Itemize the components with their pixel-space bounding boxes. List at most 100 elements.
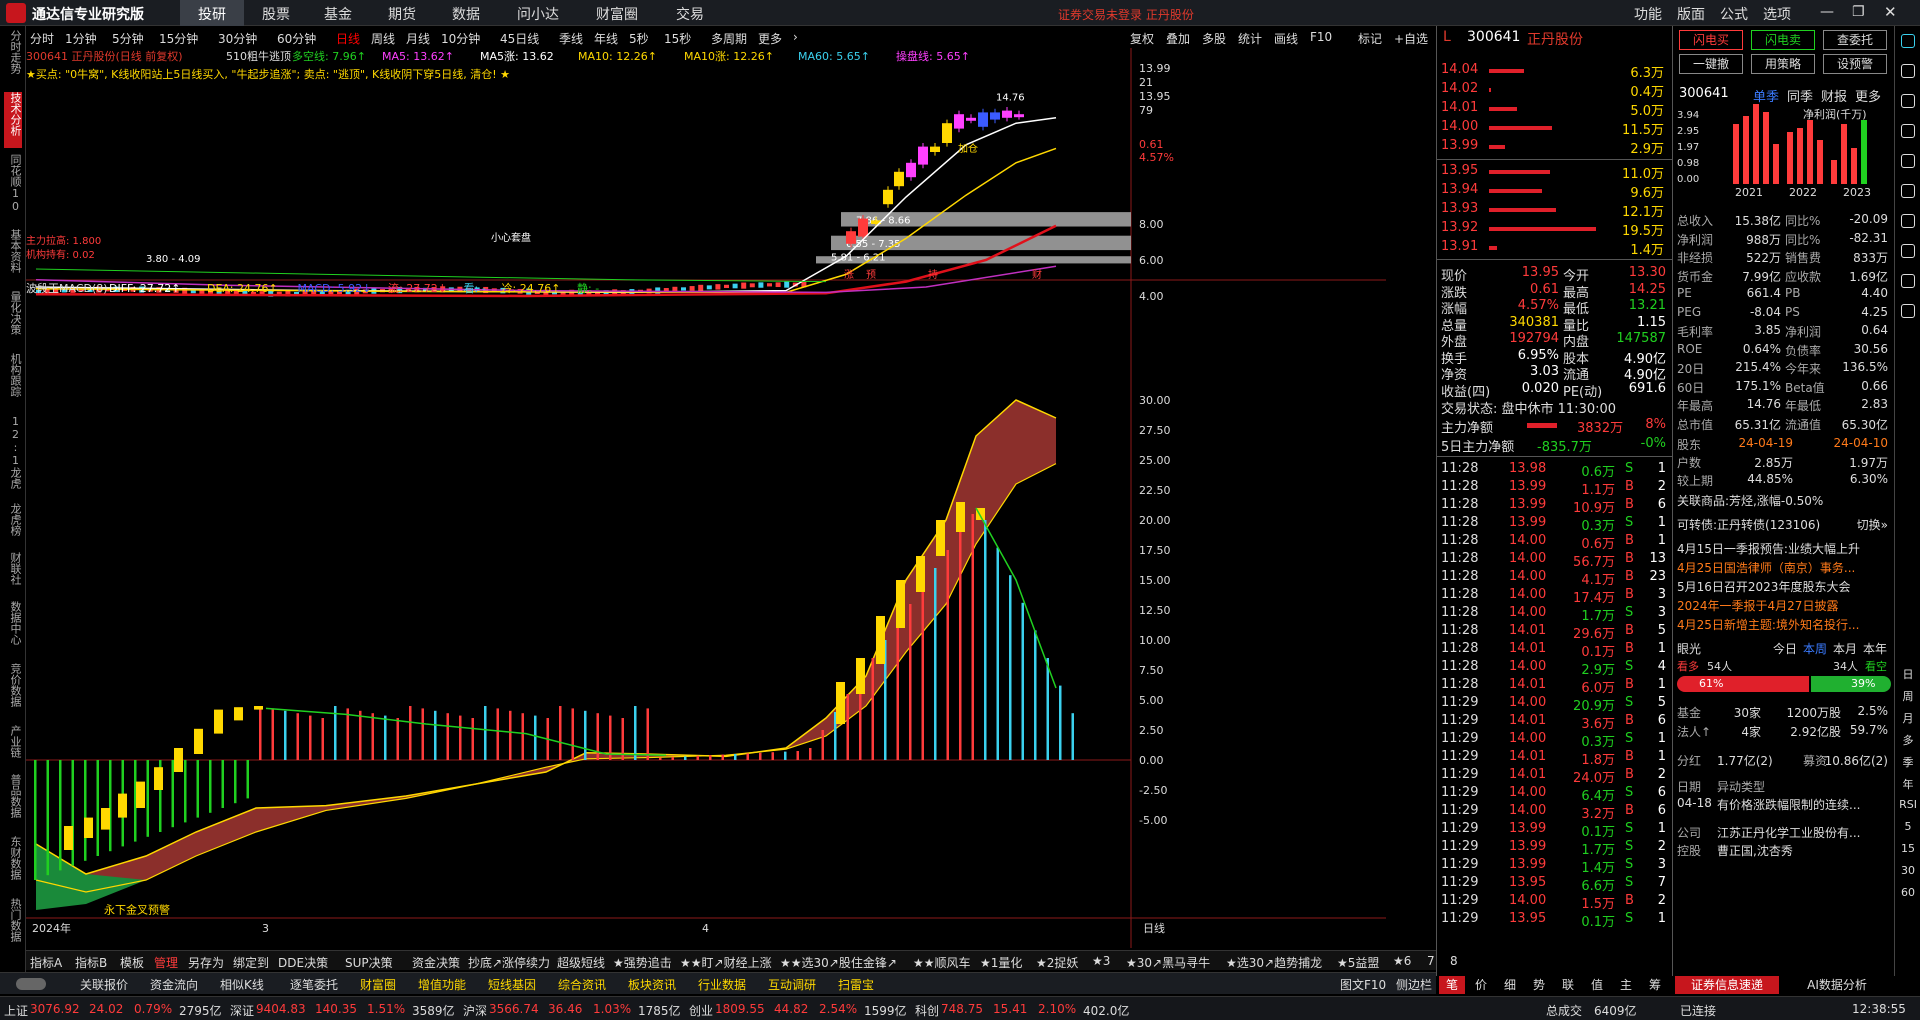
bond-text[interactable]: 可转债:正丹转债(123106) xyxy=(1677,516,1820,533)
tool-icon-7[interactable] xyxy=(1901,244,1915,258)
func-button-3[interactable]: 逐笔委托 xyxy=(290,976,338,993)
indicator-tab-6[interactable]: DDE决策 xyxy=(278,954,328,971)
menu-futures[interactable]: 期货 xyxy=(388,4,416,24)
menu-trade[interactable]: 交易 xyxy=(676,4,704,24)
period-side-10[interactable]: 60 xyxy=(1897,886,1919,899)
period-tab-2[interactable]: 5分钟 xyxy=(112,30,144,47)
tool-icon-0[interactable] xyxy=(1901,34,1915,48)
toolbar-action-4[interactable]: 画线 xyxy=(1274,30,1298,47)
toolbar-action-5[interactable]: F10 xyxy=(1310,30,1332,44)
period-tab-12[interactable]: 年线 xyxy=(594,30,618,47)
indicator-tab-16[interactable]: ★2捉妖 xyxy=(1036,954,1078,971)
f10-button-5[interactable]: 设预警 xyxy=(1823,54,1887,74)
tool-icon-5[interactable] xyxy=(1901,184,1915,198)
menu-touyan[interactable]: 投研 xyxy=(198,4,226,24)
news-item[interactable]: 4月15日一季报预告:业绩大幅上升 xyxy=(1677,540,1860,557)
sidebar-item-5[interactable]: 机构跟踪 xyxy=(4,353,22,409)
func-button-0[interactable]: 关联报价 xyxy=(80,976,128,993)
news-flash-button[interactable]: 证券信息速递 xyxy=(1675,976,1779,994)
more-arrow-icon[interactable]: › xyxy=(793,30,798,44)
sidebar-item-11[interactable]: 产业链 xyxy=(4,725,22,768)
period-tab-3[interactable]: 15分钟 xyxy=(159,30,198,47)
view-tab-1[interactable]: 本周 xyxy=(1803,640,1827,657)
menu-ask[interactable]: 问小达 xyxy=(517,4,559,24)
func-button-10[interactable]: 互动调研 xyxy=(768,976,816,993)
f10-tab-2[interactable]: 财报 xyxy=(1821,86,1847,105)
sidebar-item-2[interactable]: 同花顺10 xyxy=(4,154,22,223)
news-item[interactable]: 4月25日新增主题:境外知名投行... xyxy=(1677,616,1859,633)
func-button-11[interactable]: 扫雷宝 xyxy=(838,976,874,993)
period-side-8[interactable]: 15 xyxy=(1897,842,1919,855)
tick-tab-1[interactable]: 价 xyxy=(1468,976,1494,994)
period-side-7[interactable]: 5 xyxy=(1897,820,1919,833)
period-side-0[interactable]: 日 xyxy=(1897,666,1919,682)
period-tab-1[interactable]: 1分钟 xyxy=(65,30,97,47)
indicator-tab-13[interactable]: ★★选30↗股住金锋↗ xyxy=(780,954,897,971)
event-marker-1[interactable]: 预 xyxy=(866,269,876,281)
indicator-tab-7[interactable]: SUP决策 xyxy=(345,954,393,971)
f10-tab-3[interactable]: 更多 xyxy=(1855,86,1881,105)
toolbar-action-2[interactable]: 多股 xyxy=(1202,30,1226,47)
sidebar-item-8[interactable]: 财联社 xyxy=(4,552,22,595)
indicator-tab-9[interactable]: 抄底↗涨停续力 xyxy=(468,954,550,971)
period-side-6[interactable]: RSI xyxy=(1897,798,1919,811)
index-name[interactable]: 沪深 xyxy=(463,1002,487,1019)
menu-function[interactable]: 功能 xyxy=(1634,4,1662,24)
view-tab-2[interactable]: 本月 xyxy=(1833,640,1857,657)
menu-stocks[interactable]: 股票 xyxy=(262,4,290,24)
indicator-tab-17[interactable]: ★3 xyxy=(1092,954,1110,968)
close-icon[interactable]: ✕ xyxy=(1884,3,1897,21)
period-tab-16[interactable]: 更多 xyxy=(758,30,782,47)
menu-funds[interactable]: 基金 xyxy=(324,4,352,24)
minimize-icon[interactable]: — xyxy=(1820,4,1834,20)
index-name[interactable]: 创业 xyxy=(689,1002,713,1019)
f10-graphic-button[interactable]: 图文F10 xyxy=(1340,976,1386,993)
f10-button-3[interactable]: 一键撤 xyxy=(1679,54,1743,74)
period-side-1[interactable]: 周 xyxy=(1897,688,1919,704)
sidebar-item-12[interactable]: 普品数据 xyxy=(4,774,22,830)
bond-switch[interactable]: 切换» xyxy=(1857,516,1888,533)
indicator-tab-8[interactable]: 资金决策 xyxy=(412,954,460,971)
sidebar-item-6[interactable]: 12:1龙虎 xyxy=(4,415,22,497)
toolbar-action-0[interactable]: 复权 xyxy=(1130,30,1154,47)
func-button-6[interactable]: 短线基因 xyxy=(488,976,536,993)
indicator-tab-5[interactable]: 绑定到 xyxy=(233,954,269,971)
event-marker-0[interactable]: 涨 xyxy=(844,269,854,281)
period-side-2[interactable]: 月 xyxy=(1897,710,1919,726)
index-name[interactable]: 科创 xyxy=(915,1002,939,1019)
sidebar-item-0[interactable]: 分时走势 xyxy=(4,30,22,86)
sidebar-toggle-button[interactable]: 侧边栏 xyxy=(1396,976,1432,993)
tick-tab-3[interactable]: 势 xyxy=(1526,976,1552,994)
ai-analysis-button[interactable]: AI数据分析 xyxy=(1785,976,1889,994)
index-name[interactable]: 深证 xyxy=(230,1002,254,1019)
chart-area[interactable]: 300641 正丹股份(日线 前复权) 510粗牛逃顶 多空线: 7.96↑ MA5:… xyxy=(26,48,1386,948)
login-notice[interactable]: 证券交易未登录 正丹股份 xyxy=(1058,6,1194,23)
maximize-icon[interactable]: ❐ xyxy=(1852,4,1865,20)
sidebar-item-7[interactable]: 龙虎榜 xyxy=(4,503,22,546)
indicator-tab-12[interactable]: ★★盯↗财经上涨 xyxy=(680,954,772,971)
indicator-tab-14[interactable]: ★★顺风车 xyxy=(913,954,971,971)
sidebar-item-1[interactable]: 技术分析 xyxy=(4,92,22,148)
indicator-tab-0[interactable]: 指标A xyxy=(30,954,62,971)
menu-formula[interactable]: 公式 xyxy=(1720,4,1748,24)
indicator-tab-20[interactable]: ★5益盟 xyxy=(1337,954,1379,971)
indicator-tab-4[interactable]: 另存为 xyxy=(188,954,224,971)
news-item[interactable]: 2024年一季报于4月27日披露 xyxy=(1677,597,1838,614)
menu-wealth[interactable]: 财富圈 xyxy=(596,4,638,24)
menu-layout[interactable]: 版面 xyxy=(1677,4,1705,24)
event-marker-2[interactable]: 持 xyxy=(928,268,938,281)
tick-tab-6[interactable]: 主 xyxy=(1613,976,1639,994)
tool-icon-2[interactable] xyxy=(1901,94,1915,108)
f10-tab-1[interactable]: 同季 xyxy=(1787,86,1813,105)
tick-tab-5[interactable]: 值 xyxy=(1584,976,1610,994)
indicator-tab-21[interactable]: ★6 xyxy=(1393,954,1411,968)
func-button-2[interactable]: 相似K线 xyxy=(220,976,264,993)
news-item[interactable]: 5月16日召开2023年度股东大会 xyxy=(1677,578,1850,595)
sidebar-item-10[interactable]: 竞价数据 xyxy=(4,663,22,719)
index-name[interactable]: 上证 xyxy=(4,1002,28,1019)
period-tab-13[interactable]: 5秒 xyxy=(629,30,649,47)
tick-tab-0[interactable]: 笔 xyxy=(1439,976,1465,994)
func-button-1[interactable]: 资金流向 xyxy=(150,976,198,993)
indicator-tab-19[interactable]: ★选30↗趋势捕龙 xyxy=(1226,954,1322,971)
tool-icon-4[interactable] xyxy=(1901,154,1915,168)
